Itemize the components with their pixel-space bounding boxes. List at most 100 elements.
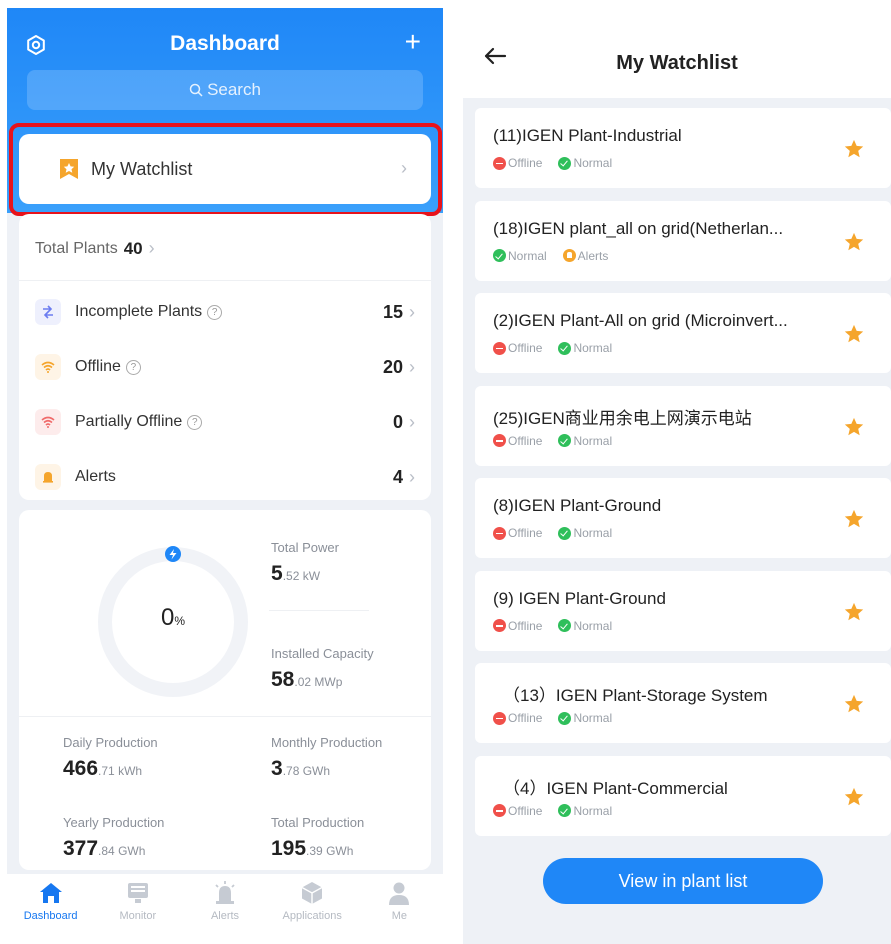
plant-name: （13）IGEN Plant-Storage System	[503, 686, 768, 705]
search-input[interactable]: Search	[27, 70, 423, 110]
star-icon[interactable]	[843, 601, 865, 623]
status-badge: Normal	[493, 249, 547, 263]
watchlist-plant-list: (11)IGEN Plant-Industrial Offline Normal…	[475, 108, 891, 848]
normal-status-icon	[558, 526, 572, 540]
daily-production-unit: kWh	[118, 764, 143, 778]
add-icon[interactable]: +	[405, 28, 421, 56]
star-icon[interactable]	[843, 786, 865, 808]
help-icon[interactable]: ?	[187, 414, 203, 430]
divider	[19, 716, 431, 717]
incomplete-plants-icon	[35, 299, 61, 325]
status-badge: Offline	[493, 711, 542, 725]
plant-card[interactable]: (11)IGEN Plant-Industrial Offline Normal	[475, 108, 891, 188]
total-power-int: 5	[271, 562, 283, 585]
yearly-production-unit: GWh	[118, 844, 146, 858]
total-production-decimal: .39	[306, 844, 323, 858]
total-plants-value: 40	[123, 238, 143, 258]
status-text: Offline	[508, 711, 543, 725]
plant-status: Normal Alerts	[493, 249, 608, 263]
incomplete-plants-value: 15	[382, 301, 403, 322]
alerts-value: 4	[392, 466, 403, 487]
tab-label: Dashboard	[23, 910, 78, 922]
tab-label: Applications	[282, 910, 342, 922]
star-icon[interactable]	[843, 231, 865, 253]
status-text: Normal	[573, 803, 613, 818]
cube-icon	[301, 882, 323, 904]
watchlist-header: My Watchlist	[463, 8, 891, 98]
status-text: Offline	[508, 341, 543, 355]
offline-status-icon	[493, 434, 506, 447]
plant-name: (9) IGEN Plant-Ground	[493, 588, 666, 608]
plant-card[interactable]: (25)IGEN商业用余电上网演示电站 Offline Normal	[475, 385, 891, 466]
help-icon[interactable]: ?	[125, 359, 141, 375]
tab-monitor[interactable]: Monitor	[94, 874, 181, 936]
help-icon[interactable]: ?	[207, 304, 223, 320]
total-power-unit: kW	[302, 569, 321, 583]
tab-applications[interactable]: Applications	[269, 874, 356, 936]
tab-dashboard[interactable]: Dashboard	[7, 874, 94, 936]
status-text: Normal	[573, 618, 613, 633]
total-production-int: 195	[271, 837, 307, 860]
plant-card[interactable]: (8)IGEN Plant-Ground Offline Normal	[475, 478, 891, 558]
tab-alerts[interactable]: Alerts	[181, 874, 268, 936]
plant-name: (2)IGEN Plant-All on grid (Microinvert..…	[493, 311, 788, 330]
plant-stats-card: Total Plants 40 › Incomplete Plants ? 15…	[19, 214, 431, 500]
yearly-production-decimal: .84	[98, 844, 115, 858]
screenshot-canvas: Dashboard + Search My Watchlist › Total …	[0, 0, 891, 944]
tab-label: Monitor	[119, 910, 157, 922]
total-production-unit: GWh	[326, 844, 354, 858]
star-icon[interactable]	[843, 416, 865, 438]
status-badge: Offline	[493, 434, 542, 448]
monthly-production-int: 3	[271, 757, 283, 780]
total-plants-row[interactable]: Total Plants 40 ›	[35, 238, 155, 259]
star-icon[interactable]	[843, 138, 865, 160]
status-badge: Normal	[558, 804, 612, 818]
plant-name: (11)IGEN Plant-Industrial	[493, 126, 682, 145]
installed-capacity-label: Installed Capacity	[271, 646, 374, 661]
plant-card[interactable]: （13）IGEN Plant-Storage System Offline No…	[475, 663, 891, 743]
tab-me[interactable]: Me	[356, 874, 443, 936]
daily-production-decimal: .71	[98, 764, 115, 778]
status-badge: Normal	[558, 156, 612, 170]
plant-card[interactable]: (18)IGEN plant_all on grid(Netherlan... …	[475, 200, 891, 281]
view-in-plant-list-button[interactable]: View in plant list	[543, 858, 823, 904]
partially-offline-row[interactable]: Partially Offline ? 0 ›	[35, 402, 415, 442]
wifi-partial-icon	[35, 409, 61, 435]
total-production-value: 195.39 GWh	[271, 837, 353, 861]
plant-card[interactable]: （4）IGEN Plant-Commercial Offline Normal	[475, 755, 891, 836]
daily-production-value: 466.71 kWh	[63, 757, 142, 781]
status-badge: Offline	[493, 341, 542, 355]
chevron-right-icon: ›	[409, 411, 415, 432]
plant-status: Offline Normal	[493, 711, 612, 725]
monthly-production-unit: GWh	[302, 764, 331, 778]
chevron-right-icon: ›	[409, 356, 415, 377]
status-badge: Normal	[558, 434, 612, 448]
plant-status: Offline Normal	[493, 619, 612, 633]
status-text: Alerts	[577, 248, 609, 263]
page-title: My Watchlist	[616, 52, 738, 74]
yearly-production-label: Yearly Production	[63, 815, 165, 830]
plant-card[interactable]: (9) IGEN Plant-Ground Offline Normal	[475, 570, 891, 651]
divider	[19, 280, 431, 281]
incomplete-plants-row[interactable]: Incomplete Plants ? 15 ›	[35, 292, 415, 332]
star-icon[interactable]	[843, 323, 865, 345]
monthly-production-decimal: .78	[282, 764, 300, 778]
total-production-label: Total Production	[271, 815, 365, 830]
total-power-label: Total Power	[271, 540, 339, 555]
status-text: Offline	[508, 526, 543, 540]
offline-row[interactable]: Offline ? 20 ›	[35, 347, 415, 387]
star-icon[interactable]	[843, 693, 865, 715]
status-badge: Offline	[493, 526, 542, 540]
plant-card[interactable]: (2)IGEN Plant-All on grid (Microinvert..…	[475, 293, 891, 373]
production-card: 0% Total Power 5.52 kW Installed Capacit…	[19, 510, 431, 870]
offline-value: 20	[382, 356, 403, 377]
alerts-row[interactable]: Alerts 4 ›	[35, 457, 415, 497]
star-icon[interactable]	[843, 508, 865, 530]
status-badge: Alerts	[562, 248, 609, 263]
status-text: Normal	[573, 526, 613, 540]
alerts-label: Alerts	[75, 468, 116, 485]
status-text: Normal	[508, 248, 547, 263]
total-power-value: 5.52 kW	[271, 562, 320, 586]
monitor-icon	[127, 883, 148, 903]
wifi-icon	[35, 354, 61, 380]
